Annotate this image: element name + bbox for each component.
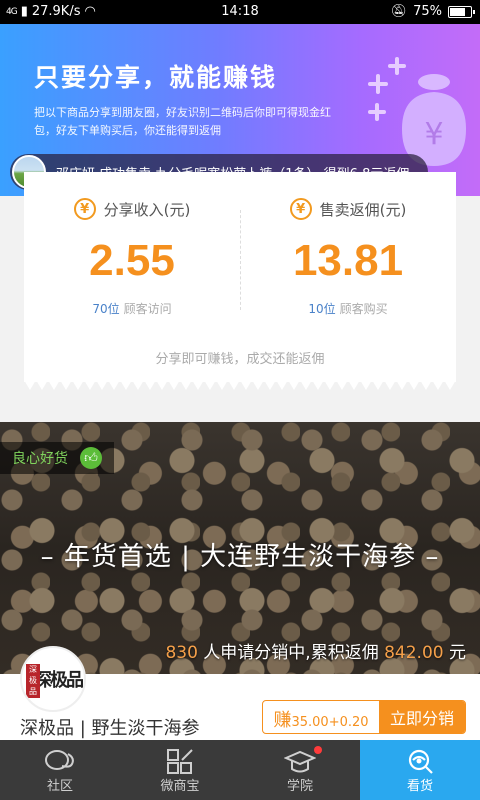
tab-community-label: 社区: [46, 779, 73, 794]
tab-weishangbao[interactable]: 微商宝: [120, 740, 240, 800]
buyer-count-label: 顾客购买: [339, 302, 388, 316]
search-eye-icon: [408, 749, 433, 774]
sales-rebate-value: 13.81: [292, 236, 404, 285]
share-income-label: 分享收入(元): [103, 200, 191, 219]
visitor-count-label: 顾客访问: [123, 302, 172, 316]
shop-seal-mark: 深极品: [26, 664, 40, 698]
share-income-stat[interactable]: ¥ 分享收入(元) 2.55 70位 顾客访问: [24, 172, 240, 332]
graduation-cap-icon: [284, 750, 316, 773]
earn-distribute-box: 赚 35.00 +0.20 立即分销: [262, 700, 466, 734]
visitor-count: 70位: [92, 302, 120, 316]
mute-icon: 🔕︎: [390, 4, 408, 19]
grid-icon: [167, 749, 193, 774]
buyer-count: 10位: [308, 302, 336, 316]
tab-academy-label: 学院: [286, 779, 313, 794]
distribute-now-button[interactable]: 立即分销: [379, 701, 465, 733]
sales-rebate-stat[interactable]: ¥ 售卖返佣(元) 13.81 10位 顾客购买: [240, 172, 456, 332]
earn-label: 赚: [273, 710, 292, 731]
hero-title: 只要分享，就能赚钱: [34, 63, 278, 92]
tab-community[interactable]: 社区: [0, 740, 120, 800]
applicant-count: 830: [165, 643, 198, 663]
yuan-coin-icon: ¥: [73, 198, 96, 220]
card-footer-note: 分享即可赚钱，成交还能返佣: [155, 352, 325, 367]
product-banner[interactable]: 良心好货 👍︎ – 年货首选 | 大连野生淡干海参 – 830 人申请分销中,累…: [0, 422, 480, 674]
shop-logo-text: 深极品: [34, 670, 84, 691]
svg-text:¥: ¥: [424, 117, 443, 152]
product-name[interactable]: 深极品 | 野生淡干海参: [20, 714, 200, 740]
applicant-text: 人申请分销中,累积返佣: [203, 643, 379, 663]
shop-logo[interactable]: 深极品 深极品: [20, 646, 86, 712]
earn-amount: 赚 35.00 +0.20: [263, 701, 379, 733]
sales-rebate-label: 售卖返佣(元): [319, 200, 407, 219]
thumbs-up-icon: 👍︎: [80, 447, 102, 469]
tab-browse-goods[interactable]: 看货: [360, 740, 480, 800]
earnings-card: ¥ 分享收入(元) 2.55 70位 顾客访问 ¥ 售卖返佣(元) 13.81 1…: [24, 172, 456, 382]
share-hero-banner: 只要分享，就能赚钱 把以下商品分享到朋友圈，好友识别二维码后你即可得现金红包，好…: [0, 24, 480, 196]
tab-browse-goods-label: 看货: [406, 779, 433, 794]
tab-weishangbao-label: 微商宝: [160, 779, 200, 794]
rebate-unit: 元: [449, 643, 466, 663]
notification-dot: [314, 746, 322, 754]
coin-stack-icon: ¥: [289, 198, 312, 220]
chat-bubble-icon: [45, 750, 74, 770]
tab-academy[interactable]: 学院: [240, 740, 360, 800]
banner-title: – 年货首选 | 大连野生淡干海参 –: [40, 542, 440, 572]
battery-icon: [448, 5, 475, 18]
card-zigzag-edge: [24, 380, 456, 390]
total-rebate: 842.00: [384, 643, 444, 663]
hero-subtitle: 把以下商品分享到朋友圈，好友识别二维码后你即可得现金红包，好友下单购买后，你还能…: [34, 106, 331, 137]
quality-tag: 良心好货 👍︎: [0, 442, 114, 474]
bottom-tab-bar: 社区 微商宝 学院 看货: [0, 740, 480, 800]
share-income-value: 2.55: [89, 236, 175, 285]
quality-tag-label: 良心好货: [12, 451, 68, 467]
distribution-stat: 830 人申请分销中,累积返佣 842.00 元: [165, 638, 466, 663]
battery-percent: 75%: [413, 4, 442, 19]
earn-base: 35.00: [291, 715, 329, 730]
status-bar: 4G ▮ 27.9K/s ◠ 14:18 🔕︎ 75%: [0, 0, 480, 24]
earn-plus: +0.20: [328, 715, 369, 730]
